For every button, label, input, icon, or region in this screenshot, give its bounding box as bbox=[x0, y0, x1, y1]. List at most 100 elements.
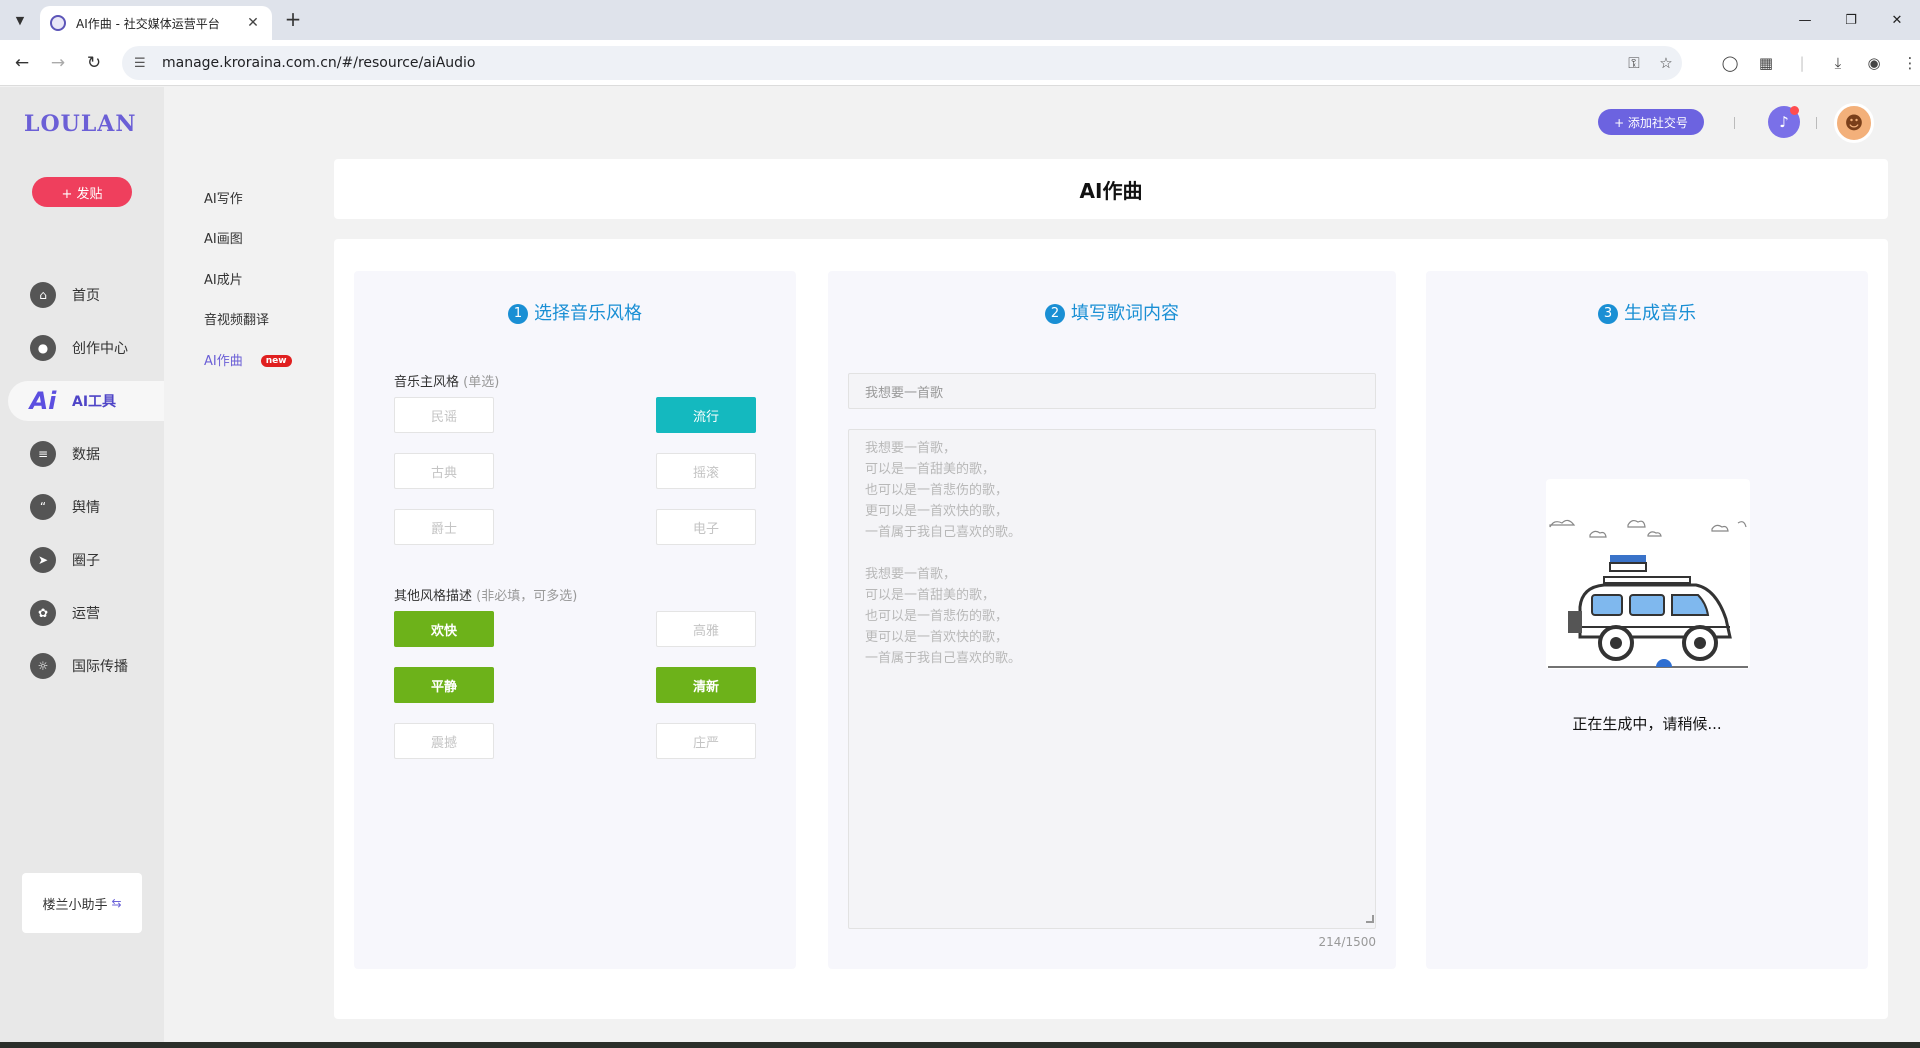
add-social-account-button[interactable]: + 添加社交号 bbox=[1598, 109, 1704, 135]
browser-tab-bar: ▼ AI作曲 - 社交媒体运营平台 ✕ + — ❐ ✕ bbox=[0, 0, 1920, 40]
other-style-label-text: 其他风格描述 bbox=[394, 589, 473, 604]
page-title: AI作曲 bbox=[334, 159, 1888, 219]
back-icon[interactable]: ← bbox=[10, 51, 34, 75]
loading-car-illustration bbox=[1546, 479, 1750, 669]
restore-icon[interactable]: ❐ bbox=[1828, 0, 1874, 40]
subnav-ai-writing[interactable]: AI写作 bbox=[204, 188, 314, 207]
step3-title: 3 生成音乐 bbox=[1426, 299, 1868, 325]
mood-option-fresh[interactable]: 清新 bbox=[656, 667, 756, 703]
globe-icon: ☼ bbox=[30, 653, 56, 679]
new-tab-icon[interactable]: + bbox=[282, 9, 304, 31]
extensions-puzzle-icon[interactable]: ▦ bbox=[1748, 50, 1784, 76]
logo[interactable]: LOULAN bbox=[24, 111, 136, 137]
app-root: LOULAN + 发贴 ⌂ 首页 ● 创作中心 Ai AI工具 ≡ 数据 “ 舆… bbox=[0, 87, 1920, 1042]
sidebar-item-circles[interactable]: ➤ 圈子 bbox=[8, 540, 164, 580]
home-icon: ⌂ bbox=[30, 282, 56, 308]
style-option-pop[interactable]: 流行 bbox=[656, 397, 756, 433]
notification-dot bbox=[1790, 106, 1799, 115]
switch-icon: ⇆ bbox=[111, 896, 122, 910]
car-illustration-icon bbox=[1548, 519, 1748, 668]
sidebar-item-operations[interactable]: ✿ 运营 bbox=[8, 593, 164, 633]
window-controls: — ❐ ✕ bbox=[1782, 0, 1920, 40]
subnav-ai-compose[interactable]: AI作曲 new bbox=[204, 350, 314, 369]
url-text[interactable]: manage.kroraina.com.cn/#/resource/aiAudi… bbox=[152, 55, 1618, 71]
lyrics-textarea[interactable]: 我想要一首歌， 可以是一首甜美的歌， 也可以是一首悲伤的歌， 更可以是一首欢快的… bbox=[848, 429, 1376, 929]
browser-toolbar: ← → ↻ ☰ manage.kroraina.com.cn/#/resourc… bbox=[0, 40, 1920, 86]
generate-panel: 3 生成音乐 正在生成中，请稍候... bbox=[1426, 271, 1868, 969]
sidebar-item-public-opinion[interactable]: “ 舆情 bbox=[8, 487, 164, 527]
mood-option-calm[interactable]: 平静 bbox=[394, 667, 494, 703]
minimize-icon[interactable]: — bbox=[1782, 0, 1828, 40]
header-divider bbox=[1734, 117, 1735, 129]
sidebar-item-ai-tools[interactable]: Ai AI工具 bbox=[8, 381, 164, 421]
download-icon[interactable]: ⤓ bbox=[1820, 50, 1856, 76]
song-title-input[interactable]: 我想要一首歌 bbox=[848, 373, 1376, 409]
header-actions: + 添加社交号 ♪ ☻ bbox=[1478, 101, 1898, 145]
step1-title: 1 选择音乐风格 bbox=[354, 299, 796, 325]
sidebar-item-home[interactable]: ⌂ 首页 bbox=[8, 275, 164, 315]
compass-icon: ➤ bbox=[30, 547, 56, 573]
address-bar[interactable]: ☰ manage.kroraina.com.cn/#/resource/aiAu… bbox=[122, 46, 1682, 80]
step2-title: 2 填写歌词内容 bbox=[828, 299, 1396, 325]
other-style-label: 其他风格描述 (非必填，可多选) bbox=[394, 585, 577, 604]
ai-icon: Ai bbox=[29, 387, 57, 415]
subnav-label: AI作曲 bbox=[204, 354, 243, 369]
sidebar-item-data[interactable]: ≡ 数据 bbox=[8, 434, 164, 474]
palette-icon: ● bbox=[30, 335, 56, 361]
sidebar-item-label: 国际传播 bbox=[72, 659, 128, 675]
mood-option-cheerful[interactable]: 欢快 bbox=[394, 611, 494, 647]
extension-circle-icon[interactable]: ◯ bbox=[1712, 50, 1748, 76]
main-style-label-text: 音乐主风格 bbox=[394, 375, 460, 390]
site-info-icon[interactable]: ☰ bbox=[122, 56, 152, 71]
main-style-label: 音乐主风格 (单选) bbox=[394, 371, 499, 390]
subnav-ai-video[interactable]: AI成片 bbox=[204, 269, 314, 288]
database-icon: ≡ bbox=[30, 441, 56, 467]
sidebar-item-label: 运营 bbox=[72, 606, 100, 622]
lyrics-panel: 2 填写歌词内容 我想要一首歌 我想要一首歌， 可以是一首甜美的歌， 也可以是一首… bbox=[828, 271, 1396, 969]
sidebar-item-label: AI工具 bbox=[72, 394, 117, 410]
user-avatar[interactable]: ☻ bbox=[1834, 103, 1874, 143]
mood-option-shocking[interactable]: 震撼 bbox=[394, 723, 494, 759]
bookmark-star-icon[interactable]: ☆ bbox=[1650, 54, 1682, 72]
style-option-jazz[interactable]: 爵士 bbox=[394, 509, 494, 545]
os-taskbar bbox=[0, 1042, 1920, 1048]
forward-icon[interactable]: → bbox=[46, 51, 70, 75]
step2-title-text: 填写歌词内容 bbox=[1071, 303, 1179, 324]
sidebar-item-label: 创作中心 bbox=[72, 341, 128, 357]
mood-option-elegant[interactable]: 高雅 bbox=[656, 611, 756, 647]
sidebar-item-label: 数据 bbox=[72, 447, 100, 463]
sidebar: LOULAN + 发贴 ⌂ 首页 ● 创作中心 Ai AI工具 ≡ 数据 “ 舆… bbox=[0, 87, 164, 1042]
step3-number: 3 bbox=[1598, 304, 1618, 324]
textarea-resize-handle[interactable] bbox=[1366, 915, 1374, 923]
style-option-folk[interactable]: 民谣 bbox=[394, 397, 494, 433]
other-style-hint: (非必填，可多选) bbox=[476, 589, 578, 604]
style-option-classical[interactable]: 古典 bbox=[394, 453, 494, 489]
password-key-icon[interactable]: ⚿ bbox=[1618, 54, 1650, 72]
tab-title: AI作曲 - 社交媒体运营平台 bbox=[76, 16, 220, 31]
profile-icon[interactable]: ◉ bbox=[1856, 50, 1892, 76]
subnav-ai-drawing[interactable]: AI画图 bbox=[204, 228, 314, 247]
sidebar-item-label: 圈子 bbox=[72, 553, 100, 569]
browser-tab-active[interactable]: AI作曲 - 社交媒体运营平台 ✕ bbox=[40, 6, 272, 40]
subnav-av-translate[interactable]: 音视频翻译 bbox=[204, 309, 314, 328]
style-option-electronic[interactable]: 电子 bbox=[656, 509, 756, 545]
step2-number: 2 bbox=[1045, 304, 1065, 324]
style-option-rock[interactable]: 摇滚 bbox=[656, 453, 756, 489]
reload-icon[interactable]: ↻ bbox=[82, 51, 106, 75]
sidebar-item-label: 首页 bbox=[72, 288, 100, 304]
style-panel: 1 选择音乐风格 音乐主风格 (单选) 民谣 流行 古典 摇滚 爵士 电子 其他风… bbox=[354, 271, 796, 969]
step1-number: 1 bbox=[508, 304, 528, 324]
tab-close-icon[interactable]: ✕ bbox=[244, 15, 262, 31]
new-badge: new bbox=[260, 355, 292, 367]
browser-menu-icon[interactable]: ⋮ bbox=[1892, 50, 1920, 76]
sidebar-item-creation-center[interactable]: ● 创作中心 bbox=[8, 328, 164, 368]
assistant-label: 楼兰小助手 bbox=[42, 897, 108, 913]
operations-icon: ✿ bbox=[30, 600, 56, 626]
mood-option-solemn[interactable]: 庄严 bbox=[656, 723, 756, 759]
post-button[interactable]: + 发贴 bbox=[32, 177, 132, 207]
sidebar-item-international[interactable]: ☼ 国际传播 bbox=[8, 646, 164, 686]
assistant-button[interactable]: 楼兰小助手 ⇆ bbox=[22, 873, 142, 933]
tab-search-chevron-icon[interactable]: ▼ bbox=[8, 8, 32, 32]
close-window-icon[interactable]: ✕ bbox=[1874, 0, 1920, 40]
site-favicon-icon bbox=[50, 15, 66, 31]
